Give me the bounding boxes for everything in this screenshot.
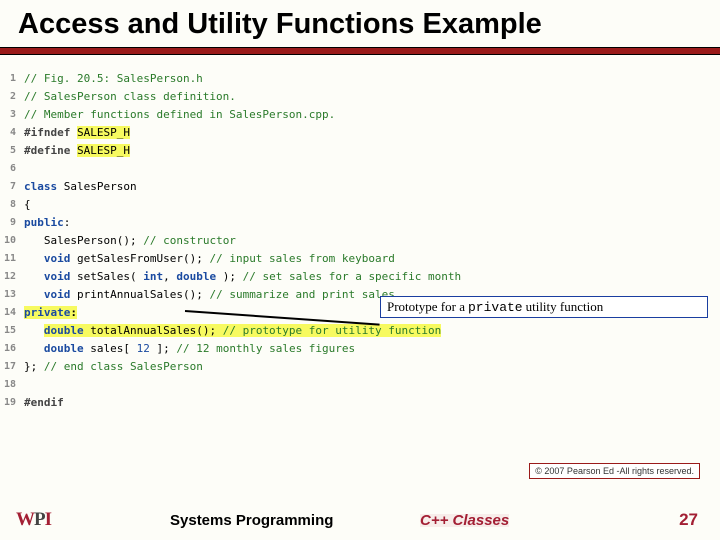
code-content: #endif bbox=[24, 394, 64, 412]
code-line: 2// SalesPerson class definition. bbox=[0, 88, 560, 106]
line-number: 12 bbox=[0, 268, 24, 286]
title-underline bbox=[0, 47, 720, 55]
line-number: 7 bbox=[0, 178, 24, 196]
line-number: 11 bbox=[0, 250, 24, 268]
code-line: 6 bbox=[0, 160, 560, 178]
line-number: 14 bbox=[0, 304, 24, 322]
code-content: double sales[ 12 ]; // 12 monthly sales … bbox=[24, 340, 355, 358]
line-number: 15 bbox=[0, 322, 24, 340]
line-number: 8 bbox=[0, 196, 24, 214]
code-content: void printAnnualSales(); // summarize an… bbox=[24, 286, 395, 304]
code-line: 11 void getSalesFromUser(); // input sal… bbox=[0, 250, 560, 268]
line-number: 9 bbox=[0, 214, 24, 232]
line-number: 13 bbox=[0, 286, 24, 304]
code-line: 16 double sales[ 12 ]; // 12 monthly sal… bbox=[0, 340, 560, 358]
code-line: 3// Member functions defined in SalesPer… bbox=[0, 106, 560, 124]
line-number: 17 bbox=[0, 358, 24, 376]
line-number: 16 bbox=[0, 340, 24, 358]
line-number: 3 bbox=[0, 106, 24, 124]
code-line: 10 SalesPerson(); // constructor bbox=[0, 232, 560, 250]
code-line: 7class SalesPerson bbox=[0, 178, 560, 196]
footer-left: Systems Programming bbox=[170, 512, 333, 529]
line-number: 1 bbox=[0, 70, 24, 88]
code-content: public: bbox=[24, 214, 70, 232]
code-content: // Fig. 20.5: SalesPerson.h bbox=[24, 70, 203, 88]
code-content: // SalesPerson class definition. bbox=[24, 88, 236, 106]
line-number: 4 bbox=[0, 124, 24, 142]
code-line: 12 void setSales( int, double ); // set … bbox=[0, 268, 560, 286]
page-number: 27 bbox=[679, 510, 698, 530]
code-content: void setSales( int, double ); // set sal… bbox=[24, 268, 461, 286]
callout-mono: private bbox=[468, 300, 523, 315]
code-line: 8{ bbox=[0, 196, 560, 214]
code-content: #define SALESP_H bbox=[24, 142, 130, 160]
code-line: 1// Fig. 20.5: SalesPerson.h bbox=[0, 70, 560, 88]
code-content: private: bbox=[24, 304, 77, 322]
code-content: void getSalesFromUser(); // input sales … bbox=[24, 250, 395, 268]
code-content: class SalesPerson bbox=[24, 178, 137, 196]
line-number: 5 bbox=[0, 142, 24, 160]
code-line: 17}; // end class SalesPerson bbox=[0, 358, 560, 376]
slide-title: Access and Utility Functions Example bbox=[0, 0, 720, 47]
line-number: 6 bbox=[0, 160, 24, 178]
line-number: 18 bbox=[0, 376, 24, 394]
code-content: { bbox=[24, 196, 31, 214]
line-number: 10 bbox=[0, 232, 24, 250]
footer-center: C++ Classes bbox=[420, 512, 509, 529]
wpi-logo: WPI bbox=[16, 509, 51, 531]
callout-suffix: utility function bbox=[526, 299, 604, 315]
line-number: 2 bbox=[0, 88, 24, 106]
callout-box: Prototype for a private utility function bbox=[380, 296, 708, 318]
title-bar: Access and Utility Functions Example bbox=[0, 0, 720, 55]
code-line: 18 bbox=[0, 376, 560, 394]
code-line: 15 double totalAnnualSales(); // prototy… bbox=[0, 322, 560, 340]
code-line: 4#ifndef SALESP_H bbox=[0, 124, 560, 142]
footer: WPI Systems Programming C++ Classes 27 bbox=[0, 500, 720, 540]
code-line: 5#define SALESP_H bbox=[0, 142, 560, 160]
code-listing: 1// Fig. 20.5: SalesPerson.h2// SalesPer… bbox=[0, 70, 560, 440]
code-content: SalesPerson(); // constructor bbox=[24, 232, 236, 250]
code-line: 9public: bbox=[0, 214, 560, 232]
line-number: 19 bbox=[0, 394, 24, 412]
code-content: }; // end class SalesPerson bbox=[24, 358, 203, 376]
code-line: 19#endif bbox=[0, 394, 560, 412]
code-content: // Member functions defined in SalesPers… bbox=[24, 106, 335, 124]
copyright-notice: © 2007 Pearson Ed -All rights reserved. bbox=[529, 463, 700, 479]
code-content: #ifndef SALESP_H bbox=[24, 124, 130, 142]
callout-prefix: Prototype for a bbox=[387, 299, 465, 315]
